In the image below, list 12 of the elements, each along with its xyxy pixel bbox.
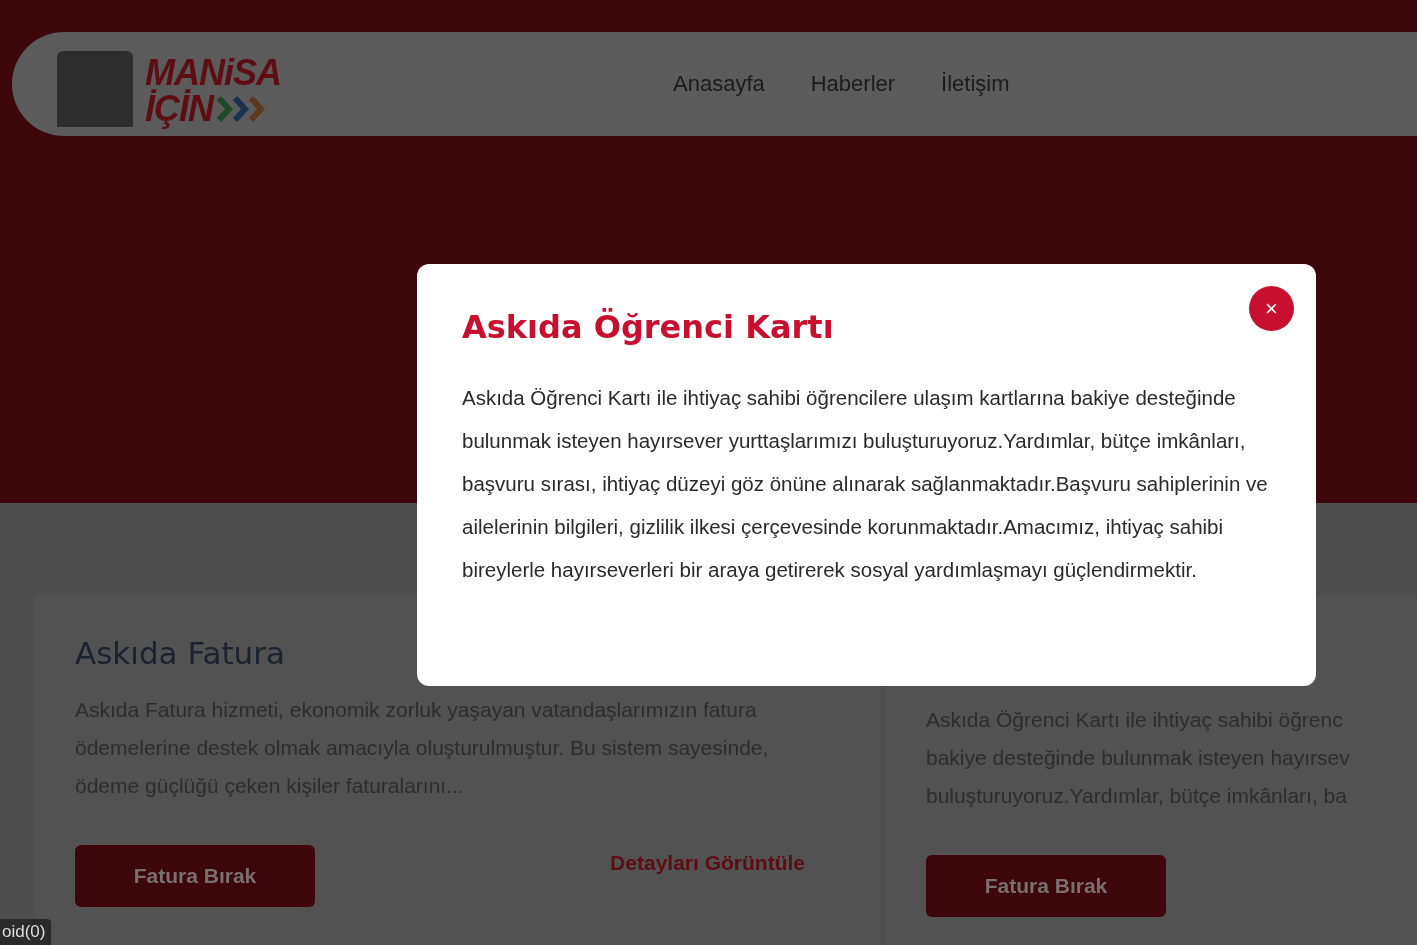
modal-text: Askıda Öğrenci Kartı ile ihtiyaç sahibi öğrencilere ulaşım kartlarına bakiye desteğinde bulunmak isteyen hayırsever yurttaşlarımızı buluşturuyoruz.Yardımlar, bütçe imkânları, başvuru sırası, ihtiyaç düzeyi göz önüne alınarak sağlanmaktadır.Başvuru sahiplerinin ve ailelerinin bilgileri, gizlilik ilkesi çerçevesinde korunmaktadır.Amacımız, ihtiyaç sahibi bireylerle hayırseverleri bir araya getirerek sosyal yardımlaşmayı güçlendirmektir. bbox=[462, 385, 1269, 583]
leave-bill-button[interactable]: Fatura Bırak bbox=[75, 845, 315, 907]
close-button[interactable]: × bbox=[1249, 286, 1294, 331]
nav-link[interactable]: Haberler bbox=[810, 71, 896, 97]
details-link[interactable]: Detayları Görüntüle bbox=[610, 851, 805, 875]
card-title: Askıda Fatura bbox=[75, 635, 286, 671]
nav-link[interactable]: İletişim bbox=[941, 71, 1010, 97]
modal-title: Askıda Öğrenci Kartı bbox=[462, 308, 835, 346]
nav-link[interactable]: Anasayfa bbox=[673, 71, 765, 97]
status-url: oid(0) bbox=[0, 919, 52, 945]
leave-bill-button[interactable]: Fatura Bırak bbox=[926, 855, 1166, 917]
logo-text: İÇİN bbox=[145, 91, 213, 127]
